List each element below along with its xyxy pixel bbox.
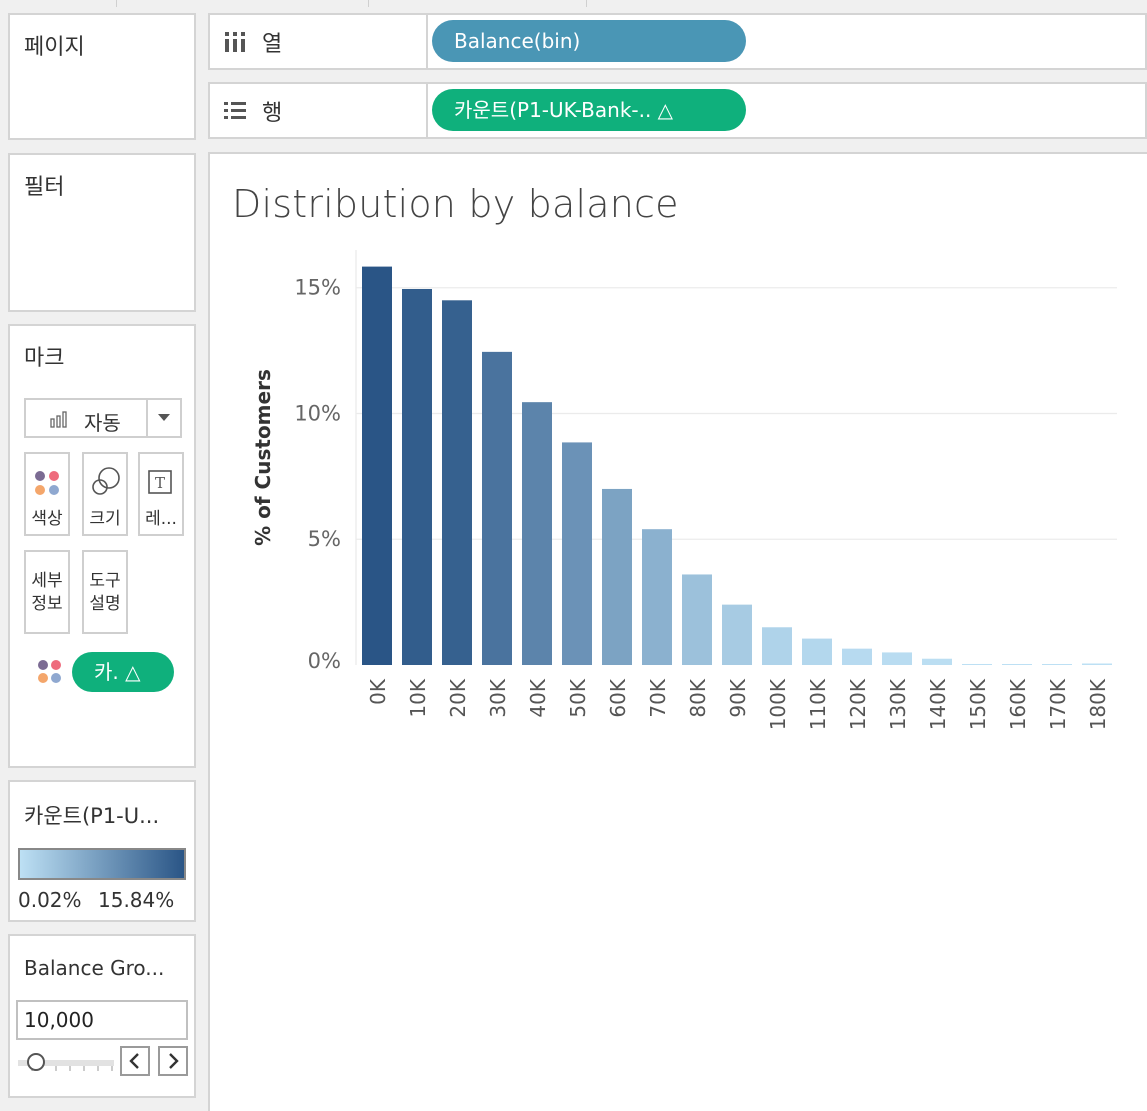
count-measure-pill[interactable]: 카운트(P1-UK-Bank-.. △ bbox=[432, 89, 746, 131]
columns-shelf[interactable]: 열 Balance(bin) bbox=[208, 13, 1147, 70]
filters-card[interactable]: 필터 bbox=[8, 153, 196, 312]
marks-title: 마크 bbox=[24, 346, 65, 371]
viz-area: Distribution by balance 0% 5% 10% 15%% of C… bbox=[208, 152, 1147, 1111]
bar bbox=[882, 652, 912, 665]
color-legend-card: 카운트(P1-U... 0.02% 15.84% bbox=[8, 780, 196, 922]
bar bbox=[722, 604, 752, 665]
bar-chart-icon bbox=[50, 411, 67, 428]
x-tick-label: 80K bbox=[686, 678, 710, 717]
parameter-title: Balance Gro... bbox=[24, 956, 165, 980]
bar bbox=[362, 266, 392, 665]
bar-chart: 0% 5% 10% 15% % of Customers 0K 10K 20K 30K 40K 50… bbox=[251, 250, 1117, 730]
chevron-left-icon bbox=[129, 1053, 139, 1069]
x-tick-label: 180K bbox=[1086, 678, 1110, 730]
x-tick-label: 90K bbox=[726, 678, 750, 717]
x-tick-label: 10K bbox=[406, 678, 430, 717]
svg-text:T: T bbox=[155, 474, 165, 492]
x-tick-label: 0K bbox=[366, 678, 390, 705]
detail-button[interactable]: 세부 정보 bbox=[24, 550, 70, 634]
mark-type-label: 자동 bbox=[84, 411, 121, 435]
top-strip bbox=[0, 0, 1147, 7]
legend-max-label: 15.84% bbox=[98, 888, 175, 912]
bar bbox=[1082, 663, 1112, 665]
parameter-card: Balance Gro... 10,000 bbox=[8, 934, 196, 1098]
bar bbox=[842, 648, 872, 665]
parameter-value-input[interactable]: 10,000 bbox=[16, 1000, 188, 1040]
y-tick-label: 15% bbox=[294, 276, 341, 300]
shelf-divider bbox=[426, 84, 428, 137]
text-icon: T bbox=[148, 470, 172, 494]
legend-title: 카운트(P1-U... bbox=[24, 804, 160, 828]
size-button[interactable]: 크기 bbox=[82, 452, 128, 536]
bar bbox=[802, 638, 832, 665]
strip-divider bbox=[368, 0, 369, 7]
bar bbox=[682, 574, 712, 665]
strip-divider bbox=[116, 0, 117, 7]
filters-title: 필터 bbox=[24, 175, 65, 200]
tooltip-button[interactable]: 도구 설명 bbox=[82, 550, 128, 634]
bar bbox=[1042, 664, 1072, 665]
y-tick-label: 10% bbox=[294, 401, 341, 425]
label-button-label: 레... bbox=[145, 509, 177, 529]
balance-bin-pill[interactable]: Balance(bin) bbox=[432, 20, 746, 62]
x-tick-label: 60K bbox=[606, 678, 630, 717]
legend-min-label: 0.02% bbox=[18, 888, 82, 912]
columns-shelf-label: 열 bbox=[262, 32, 283, 57]
pages-card[interactable]: 페이지 bbox=[8, 13, 196, 140]
color-dots-icon bbox=[35, 471, 59, 495]
x-tick-label: 170K bbox=[1046, 678, 1070, 730]
marks-card: 마크 자동 색상 크기 T 레... 세부 정보 도구 설명 카. △ bbox=[8, 324, 196, 768]
x-tick-label: 160K bbox=[1006, 678, 1030, 730]
bar bbox=[762, 627, 792, 665]
x-tick-label: 70K bbox=[646, 678, 670, 717]
y-axis-title: % of Customers bbox=[251, 369, 275, 546]
chevron-down-icon[interactable] bbox=[157, 413, 171, 423]
chevron-right-icon bbox=[169, 1053, 179, 1069]
bar bbox=[402, 288, 432, 665]
strip-divider bbox=[586, 0, 587, 7]
x-tick-label: 20K bbox=[446, 678, 470, 717]
x-tick-label: 140K bbox=[926, 678, 950, 730]
bar bbox=[922, 658, 952, 665]
bar bbox=[962, 663, 992, 665]
y-tick-label: 5% bbox=[308, 527, 341, 551]
bar bbox=[482, 351, 512, 665]
tooltip-button-label: 도구 설명 bbox=[89, 571, 121, 614]
x-tick-label: 50K bbox=[566, 678, 590, 717]
rows-shelf[interactable]: 행 카운트(P1-UK-Bank-.. △ bbox=[208, 82, 1147, 139]
bar bbox=[602, 488, 632, 665]
pages-title: 페이지 bbox=[24, 35, 85, 60]
shelf-divider bbox=[426, 15, 428, 68]
x-tick-label: 120K bbox=[846, 678, 870, 730]
step-back-button[interactable] bbox=[120, 1046, 150, 1076]
x-tick-label: 30K bbox=[486, 678, 510, 717]
dropdown-separator bbox=[146, 400, 148, 436]
color-dots-icon bbox=[38, 660, 61, 683]
color-field-pill[interactable]: 카. △ bbox=[72, 652, 174, 692]
bar bbox=[442, 300, 472, 665]
x-tick-label: 150K bbox=[966, 678, 990, 730]
x-tick-label: 130K bbox=[886, 678, 910, 730]
x-tick-label: 40K bbox=[526, 678, 550, 717]
color-gradient-bar bbox=[18, 848, 186, 880]
step-forward-button[interactable] bbox=[158, 1046, 188, 1076]
color-button[interactable]: 색상 bbox=[24, 452, 70, 536]
columns-icon bbox=[225, 32, 245, 52]
bar bbox=[522, 402, 552, 665]
label-button[interactable]: T 레... bbox=[138, 452, 184, 536]
bar bbox=[642, 529, 672, 665]
size-circles-icon bbox=[92, 467, 120, 495]
detail-button-label: 세부 정보 bbox=[31, 571, 63, 614]
size-button-label: 크기 bbox=[89, 509, 121, 529]
rows-icon bbox=[224, 102, 246, 119]
y-tick-label: 0% bbox=[308, 649, 341, 673]
rows-shelf-label: 행 bbox=[262, 101, 283, 126]
mark-type-dropdown[interactable]: 자동 bbox=[24, 398, 182, 438]
x-tick-label: 100K bbox=[766, 678, 790, 730]
x-tick-label: 110K bbox=[806, 678, 830, 730]
bar bbox=[562, 442, 592, 665]
color-button-label: 색상 bbox=[31, 509, 63, 529]
bar bbox=[1002, 664, 1032, 665]
